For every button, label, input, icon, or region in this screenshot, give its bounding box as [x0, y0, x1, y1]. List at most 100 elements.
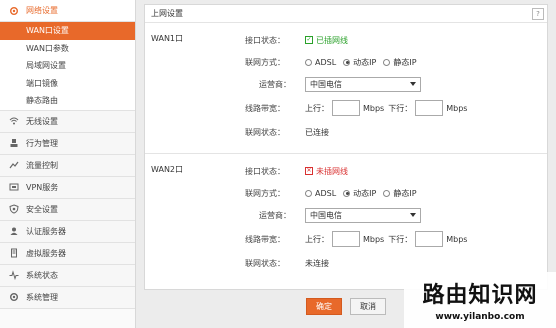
wan2-mode-dhcp[interactable]: 动态IP: [343, 188, 376, 199]
sidebar-group-label: 网络设置: [26, 6, 58, 15]
sidebar-item-static-route[interactable]: 静态路由: [0, 92, 135, 110]
sidebar-item-port-mirror[interactable]: 端口镜像: [0, 75, 135, 93]
main-panel: 上网设置 ? WAN1口 接口状态： ✓ 已插网线 联网方式： ADSL 动态I…: [144, 4, 548, 290]
up-unit: Mbps: [363, 103, 385, 113]
sidebar-group-security[interactable]: 安全设置: [0, 198, 135, 221]
sidebar-group-label: 系统管理: [26, 292, 58, 302]
sidebar-group-label: 流量控制: [26, 160, 58, 170]
wan2-up-input[interactable]: [332, 231, 360, 247]
watermark-title: 路由知识网: [422, 282, 538, 308]
wan1-port-status-text: 已插网线: [316, 35, 348, 45]
wan1-bandwidth: 上行： Mbps 下行： Mbps: [305, 100, 471, 116]
gear-icon: [8, 5, 20, 17]
user-icon: [8, 137, 20, 149]
radio-label: ADSL: [315, 188, 337, 198]
submenu-network: WAN口设置 WAN口参数 局域网设置 端口镜像 静态路由: [0, 22, 135, 111]
up-unit: Mbps: [363, 234, 385, 244]
sidebar-group-system-admin[interactable]: 系统管理: [0, 286, 135, 309]
wan2-isp-wrap: 中国电信: [305, 207, 421, 223]
radio-label: 动态IP: [353, 57, 377, 67]
auth-icon: [8, 225, 20, 237]
sidebar-group-wireless[interactable]: 无线设置: [0, 110, 135, 133]
wan2-port-status-text: 未插网线: [316, 166, 348, 176]
radio-label: 静态IP: [393, 57, 417, 67]
radio-label: 静态IP: [393, 188, 417, 198]
wan2-mode-static[interactable]: 静态IP: [383, 188, 417, 199]
radio-icon: [383, 58, 391, 66]
confirm-button[interactable]: 确定: [306, 298, 342, 315]
chevron-down-icon: [410, 81, 416, 86]
wan1-net-status: 已连接: [305, 127, 329, 137]
sidebar-group-label: 行为管理: [26, 138, 58, 148]
wan1-up-input[interactable]: [332, 100, 360, 116]
radio-icon: [305, 189, 312, 197]
shield-icon: [8, 203, 20, 215]
settings-icon: [8, 291, 20, 303]
sidebar-item-lan-settings[interactable]: 局域网设置: [0, 57, 135, 75]
down-unit: Mbps: [446, 234, 468, 244]
sidebar-group-label: 安全设置: [26, 204, 58, 214]
down-unit: Mbps: [446, 103, 468, 113]
sidebar-group-label: 认证服务器: [26, 226, 66, 236]
help-icon[interactable]: ?: [532, 8, 544, 20]
radio-icon: [305, 58, 312, 66]
wan2-title: WAN2口: [151, 165, 184, 174]
net-status-label: 联网状态：: [245, 258, 285, 268]
sidebar-group-auth[interactable]: 认证服务器: [0, 220, 135, 243]
wan1-mode-dhcp[interactable]: 动态IP: [343, 57, 376, 68]
wan2-mode-adsl[interactable]: ADSL: [305, 189, 336, 198]
wan1-section: WAN1口 接口状态： ✓ 已插网线 联网方式： ADSL 动态IP 静态IP …: [145, 23, 547, 153]
wan1-port-status: ✓ 已插网线: [305, 35, 348, 46]
wan1-title: WAN1口: [151, 34, 184, 43]
up-label: 上行：: [305, 103, 329, 113]
bandwidth-label: 线路带宽：: [245, 234, 285, 244]
sidebar-group-label: 虚拟服务器: [26, 248, 66, 258]
wan2-down-input[interactable]: [415, 231, 444, 247]
chevron-down-icon: [410, 212, 416, 217]
watermark: 路由知识网 www.yilanbo.com: [404, 272, 556, 328]
sidebar-group-traffic[interactable]: 流量控制: [0, 154, 135, 177]
wan1-isp-wrap: 中国电信: [305, 76, 421, 92]
server-icon: [8, 247, 20, 259]
sidebar-item-wan-settings[interactable]: WAN口设置: [0, 22, 135, 40]
sidebar-item-wan-params[interactable]: WAN口参数: [0, 40, 135, 58]
vpn-icon: [8, 181, 20, 193]
radio-selected-icon: [343, 189, 351, 197]
sidebar-group-system-status[interactable]: 系统状态: [0, 264, 135, 287]
check-icon: ✓: [305, 36, 313, 44]
wan1-mode-static[interactable]: 静态IP: [383, 57, 417, 68]
up-label: 上行：: [305, 234, 329, 244]
wan2-bandwidth: 上行： Mbps 下行： Mbps: [305, 231, 471, 247]
wan2-isp-value: 中国电信: [310, 210, 342, 220]
traffic-icon: [8, 159, 20, 171]
wifi-icon: [8, 115, 20, 127]
down-label: 下行：: [388, 103, 413, 113]
bandwidth-label: 线路带宽：: [245, 103, 285, 113]
conn-mode-label: 联网方式：: [245, 188, 285, 198]
watermark-url: www.yilanbo.com: [435, 312, 525, 322]
wan2-isp-select[interactable]: 中国电信: [305, 207, 421, 223]
sidebar-group-virtual-server[interactable]: 虚拟服务器: [0, 242, 135, 265]
wan1-down-input[interactable]: [415, 100, 444, 116]
wan1-mode-adsl[interactable]: ADSL: [305, 58, 336, 67]
radio-selected-icon: [343, 58, 351, 66]
wan2-net-status: 未连接: [305, 258, 329, 268]
wan2-mode-group: ADSL 动态IP 静态IP: [305, 188, 424, 199]
wan2-port-status: ✕ 未插网线: [305, 166, 348, 177]
wan1-isp-select[interactable]: 中国电信: [305, 76, 421, 92]
sidebar-group-network[interactable]: 网络设置: [0, 0, 135, 22]
cancel-button[interactable]: 取消: [350, 298, 386, 315]
conn-mode-label: 联网方式：: [245, 57, 285, 67]
pulse-icon: [8, 269, 20, 281]
panel-title: 上网设置: [145, 5, 547, 23]
port-status-label: 接口状态：: [245, 35, 285, 45]
port-status-label: 接口状态：: [245, 166, 285, 176]
wan1-mode-group: ADSL 动态IP 静态IP: [305, 57, 424, 68]
sidebar-group-label: 系统状态: [26, 270, 58, 280]
sidebar-group-label: 无线设置: [26, 116, 58, 126]
down-label: 下行：: [388, 234, 413, 244]
sidebar: 网络设置 WAN口设置 WAN口参数 局域网设置 端口镜像 静态路由 无线设置 …: [0, 0, 136, 328]
sidebar-group-label: VPN服务: [26, 182, 59, 192]
sidebar-group-vpn[interactable]: VPN服务: [0, 176, 135, 199]
sidebar-group-behavior[interactable]: 行为管理: [0, 132, 135, 155]
